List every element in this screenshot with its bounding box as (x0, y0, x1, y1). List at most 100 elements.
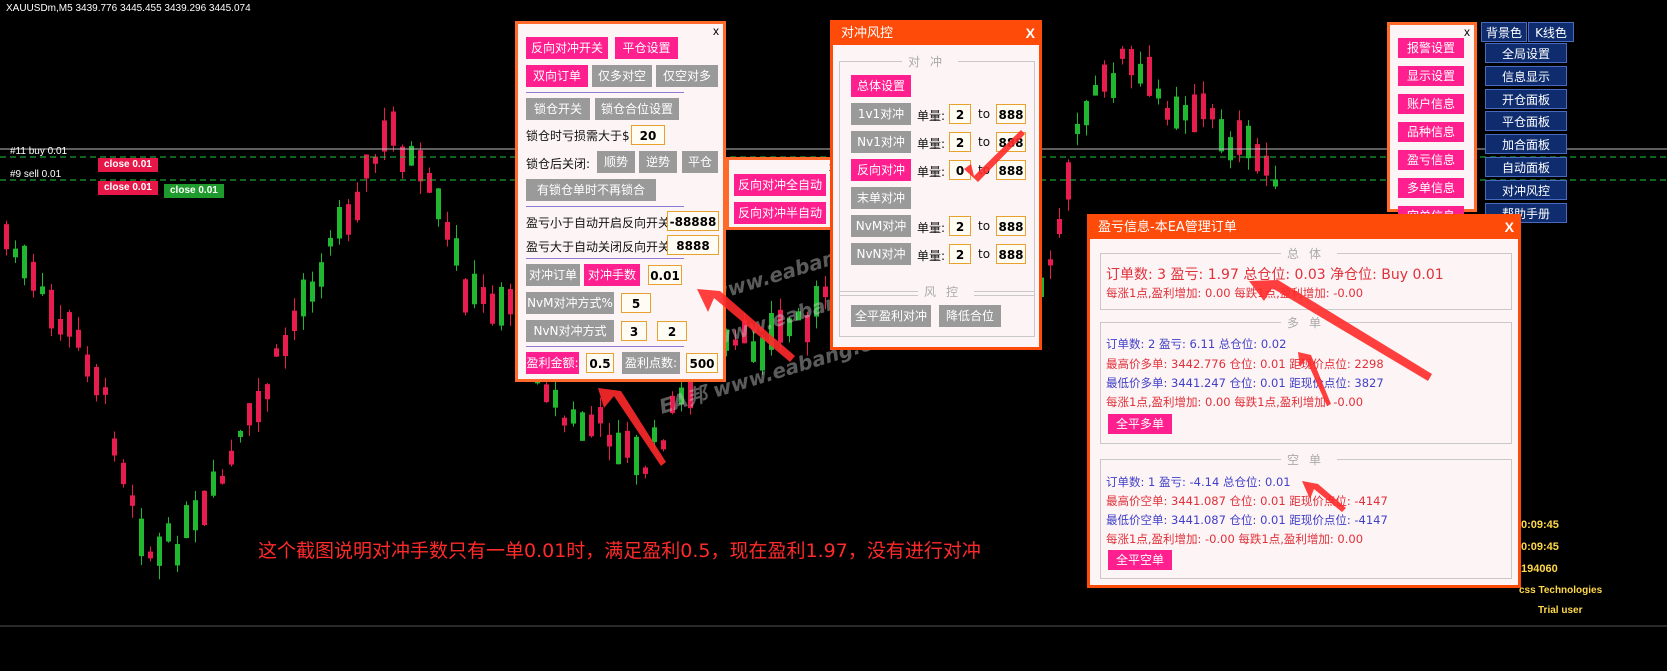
candle-body (1156, 88, 1161, 99)
auto-open-input[interactable]: -88888 (667, 211, 719, 231)
candle-body (1201, 93, 1206, 120)
lot-to-input[interactable]: 888 (996, 160, 1026, 180)
menu-item[interactable]: 全局设置 (1485, 43, 1567, 63)
candle-body (382, 120, 387, 152)
divider (526, 206, 684, 207)
lock-switch-button[interactable]: 锁仓开关 (526, 98, 590, 120)
full-auto-hedge-button[interactable]: 反向对冲全自动 (734, 174, 826, 196)
lot-from-input[interactable]: 2 (949, 132, 971, 152)
candle-body (274, 348, 279, 357)
group-title: 总体 (1281, 245, 1338, 262)
profit-points-button[interactable]: 盈利点数: (622, 352, 680, 374)
hedge-lots-button[interactable]: 对冲手数 (584, 264, 640, 286)
hedge-mode-button[interactable]: NvN对冲 (851, 243, 911, 265)
menu-item[interactable]: 开仓面板 (1485, 88, 1567, 109)
nvm-hedge-button[interactable]: NvM对冲方式% (526, 292, 614, 314)
candle-body (490, 293, 495, 324)
lot-to-input[interactable]: 888 (996, 216, 1026, 236)
info-button[interactable]: 显示设置 (1398, 66, 1464, 86)
menu-top-button[interactable]: 背景色 (1481, 22, 1527, 42)
hedge-mode-button[interactable]: 1v1对冲 (851, 103, 911, 125)
dual-order-button[interactable]: 双向订单 (526, 65, 588, 87)
info-button[interactable]: 报警设置 (1398, 38, 1464, 58)
counter-trend-button[interactable]: 逆势 (639, 151, 677, 173)
short-lowest: 最低价空单: 3441.087 仓位: 0.01 距现价点位: -4147 (1106, 513, 1388, 527)
long-hedge-short-button[interactable]: 仅多对空 (592, 65, 652, 87)
close-icon[interactable]: X (1505, 219, 1514, 235)
close-tag-1[interactable]: close 0.01 (98, 158, 158, 172)
trend-button[interactable]: 顺势 (597, 151, 635, 173)
nvn-input-b[interactable]: 2 (657, 321, 687, 341)
candle-body (220, 475, 225, 484)
lot-to-input[interactable]: 888 (996, 244, 1026, 264)
divider (526, 346, 684, 347)
group-title: 风控 (918, 283, 975, 300)
candle-body (265, 384, 270, 400)
half-auto-hedge-button[interactable]: 反向对冲半自动 (734, 202, 826, 224)
candle-body (1237, 120, 1242, 155)
info-buttons-panel: x 报警设置显示设置账户信息品种信息盈亏信息多单信息空单信息 (1387, 22, 1477, 226)
nvm-input[interactable]: 5 (621, 293, 651, 313)
reduce-position-button[interactable]: 降低合位 (939, 305, 1001, 327)
candle-body (40, 286, 45, 295)
hedge-lots-input[interactable]: 0.01 (648, 265, 682, 285)
lot-from-input[interactable]: 0 (949, 160, 971, 180)
info-button[interactable]: 账户信息 (1398, 94, 1464, 114)
candle-body (445, 222, 450, 240)
menu-item[interactable]: 信息显示 (1485, 65, 1567, 86)
close-all-short-button[interactable]: 全平空单 (1108, 550, 1172, 570)
info-button[interactable]: 盈亏信息 (1398, 150, 1464, 170)
menu-item[interactable]: 平仓面板 (1485, 111, 1567, 132)
lot-to-input[interactable]: 888 (996, 132, 1026, 152)
menu-item[interactable]: 对冲风控 (1485, 179, 1567, 200)
close-tag-3[interactable]: close 0.01 (164, 184, 224, 198)
overall-settings-button[interactable]: 总体设置 (851, 75, 911, 97)
hedge-mode-button[interactable]: NvM对冲 (851, 215, 911, 237)
candle-body (202, 490, 207, 526)
profit-amount-input[interactable]: 0.5 (586, 353, 614, 373)
nvn-hedge-button[interactable]: NvN对冲方式 (526, 320, 614, 342)
hedge-mode-button[interactable]: 末单对冲 (851, 187, 911, 209)
candle-body (301, 279, 306, 317)
close-all-profit-hedge-button[interactable]: 全平盈利对冲 (851, 305, 931, 327)
hedge-mode-button[interactable]: Nv1对冲 (851, 131, 911, 153)
lot-to-input[interactable]: 888 (996, 104, 1026, 124)
candle-body (1048, 259, 1053, 266)
candle-body (625, 430, 630, 458)
clock-time: 0:09:45 (1521, 541, 1559, 553)
candle-body (1264, 155, 1269, 176)
hedge-mode-button[interactable]: 反向对冲 (851, 159, 911, 181)
info-button[interactable]: 多单信息 (1398, 178, 1464, 198)
close-tag-2[interactable]: close 0.01 (98, 181, 158, 195)
close-all-long-button[interactable]: 全平多单 (1108, 414, 1172, 434)
close-position-button[interactable]: 平仓 (682, 151, 718, 173)
lot-from-input[interactable]: 2 (949, 104, 971, 124)
profit-points-input[interactable]: 500 (686, 353, 718, 373)
profit-amount-button[interactable]: 盈利金额: (526, 352, 579, 374)
hedge-orders-button[interactable]: 对冲订单 (526, 264, 580, 286)
close-icon[interactable]: x (713, 24, 719, 38)
auto-close-input[interactable]: 8888 (667, 235, 719, 255)
menu-item[interactable]: 加合面板 (1485, 134, 1567, 155)
candle-body (103, 387, 108, 395)
close-icon[interactable]: x (1464, 25, 1470, 39)
nvn-input-a[interactable]: 3 (621, 321, 647, 341)
menu-top-button[interactable]: K线色 (1528, 22, 1574, 42)
info-button[interactable]: 品种信息 (1398, 122, 1464, 142)
lot-from-input[interactable]: 2 (949, 244, 971, 264)
close-settings-button[interactable]: 平仓设置 (615, 37, 678, 59)
lock-settings-button[interactable]: 锁仓合位设置 (595, 98, 679, 120)
menu-item[interactable]: 自动面板 (1485, 157, 1567, 177)
candle-body (310, 281, 315, 302)
close-icon[interactable]: X (1026, 25, 1035, 41)
lot-from-input[interactable]: 2 (949, 216, 971, 236)
reverse-hedge-switch-button[interactable]: 反向对冲开关 (526, 37, 608, 59)
candle-body (337, 206, 342, 239)
candle-body (211, 471, 216, 496)
no-relock-button[interactable]: 有锁仓单时不再锁合 (526, 179, 656, 201)
account-number: 194060 (1521, 563, 1558, 575)
candle-body (589, 414, 594, 437)
candle-body (508, 289, 513, 315)
lock-loss-input[interactable]: 20 (631, 125, 665, 145)
short-hedge-long-button[interactable]: 仅空对多 (656, 65, 718, 87)
